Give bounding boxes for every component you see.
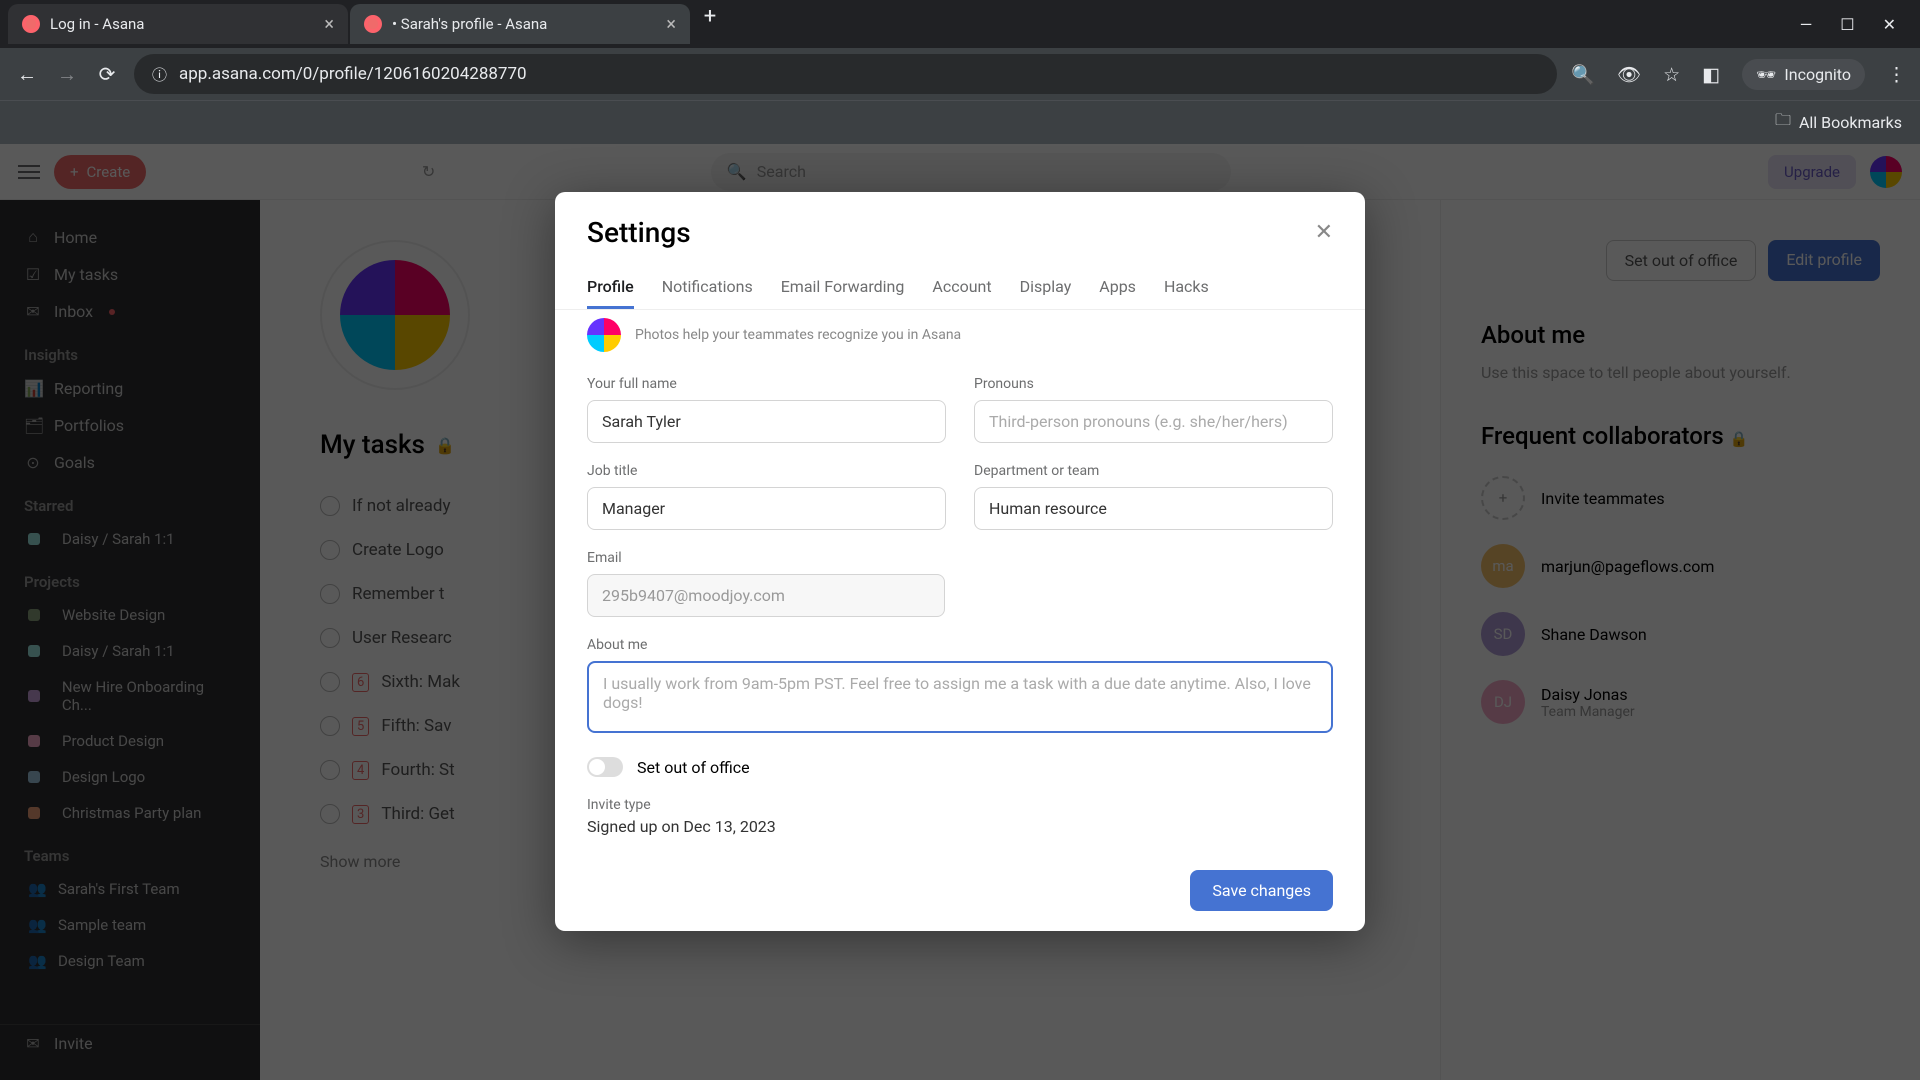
avatar-thumb[interactable]	[587, 318, 621, 352]
address-bar[interactable]: ⓘ app.asana.com/0/profile/12061602042887…	[134, 54, 1557, 94]
search-icon[interactable]: 🔍	[1571, 63, 1595, 86]
close-icon[interactable]: ×	[324, 14, 334, 35]
jobtitle-label: Job title	[587, 463, 946, 479]
ooo-toggle[interactable]	[587, 757, 623, 777]
folder-icon: 🗀	[1775, 109, 1791, 136]
url-text: app.asana.com/0/profile/1206160204288770	[179, 64, 527, 84]
jobtitle-input[interactable]	[587, 487, 946, 530]
browser-toolbar: ← → ⟳ ⓘ app.asana.com/0/profile/12061602…	[0, 48, 1920, 100]
close-window-icon[interactable]: ✕	[1883, 15, 1896, 34]
tab-title: Log in - Asana	[50, 15, 144, 33]
window-controls: — ☐ ✕	[1800, 15, 1912, 34]
tab-email-forwarding[interactable]: Email Forwarding	[781, 267, 905, 309]
tab-hacks[interactable]: Hacks	[1164, 267, 1209, 309]
eye-off-icon[interactable]: 👁	[1617, 63, 1641, 86]
tab-display[interactable]: Display	[1020, 267, 1072, 309]
maximize-icon[interactable]: ☐	[1840, 15, 1854, 34]
save-changes-button[interactable]: Save changes	[1190, 870, 1333, 911]
favicon-icon	[364, 15, 382, 33]
modal-title: Settings	[587, 216, 1315, 249]
reload-icon[interactable]: ⟳	[94, 62, 120, 86]
email-input	[587, 574, 945, 617]
forward-icon[interactable]: →	[54, 62, 80, 87]
minimize-icon[interactable]: —	[1800, 15, 1813, 34]
tab-apps[interactable]: Apps	[1099, 267, 1136, 309]
pronouns-label: Pronouns	[974, 376, 1333, 392]
fullname-label: Your full name	[587, 376, 946, 392]
modal-body: Photos help your teammates recognize you…	[555, 310, 1365, 931]
close-icon[interactable]: ✕	[1315, 220, 1333, 245]
tab-account[interactable]: Account	[932, 267, 991, 309]
sidepanel-icon[interactable]: ◧	[1702, 63, 1720, 86]
about-label: About me	[587, 637, 1333, 653]
new-tab-button[interactable]: +	[692, 4, 728, 44]
browser-titlebar: Log in - Asana × • Sarah's profile - Asa…	[0, 0, 1920, 48]
menu-icon[interactable]: ⋮	[1887, 63, 1906, 86]
ooo-label: Set out of office	[637, 758, 750, 777]
tab-notifications[interactable]: Notifications	[662, 267, 753, 309]
invite-type-label: Invite type	[587, 797, 1333, 813]
ooo-toggle-row: Set out of office	[587, 757, 1333, 777]
tab-title: • Sarah's profile - Asana	[392, 15, 547, 33]
fullname-input[interactable]	[587, 400, 946, 443]
incognito-label: Incognito	[1784, 65, 1851, 84]
incognito-icon: 🕶	[1756, 65, 1776, 84]
bookmarks-bar: 🗀 All Bookmarks	[0, 100, 1920, 144]
photo-hint-row: Photos help your teammates recognize you…	[587, 318, 1333, 352]
site-info-icon[interactable]: ⓘ	[152, 64, 167, 85]
all-bookmarks-button[interactable]: All Bookmarks	[1799, 113, 1902, 132]
modal-tabs: Profile Notifications Email Forwarding A…	[555, 257, 1365, 310]
department-input[interactable]	[974, 487, 1333, 530]
tab-strip: Log in - Asana × • Sarah's profile - Asa…	[8, 4, 1800, 44]
settings-modal: Settings ✕ Profile Notifications Email F…	[555, 192, 1365, 931]
tab-asana-login[interactable]: Log in - Asana ×	[8, 4, 348, 44]
close-icon[interactable]: ×	[666, 14, 676, 35]
tab-profile[interactable]: Profile	[587, 267, 634, 309]
incognito-badge[interactable]: 🕶 Incognito	[1742, 59, 1865, 90]
signed-up-text: Signed up on Dec 13, 2023	[587, 817, 1333, 836]
tab-asana-profile[interactable]: • Sarah's profile - Asana ×	[350, 4, 690, 44]
favicon-icon	[22, 15, 40, 33]
about-textarea[interactable]	[587, 661, 1333, 733]
star-icon[interactable]: ☆	[1663, 63, 1680, 86]
department-label: Department or team	[974, 463, 1333, 479]
photo-hint-text: Photos help your teammates recognize you…	[635, 327, 961, 343]
back-icon[interactable]: ←	[14, 62, 40, 87]
modal-overlay: Settings ✕ Profile Notifications Email F…	[0, 144, 1920, 1080]
email-label: Email	[587, 550, 945, 566]
pronouns-input[interactable]	[974, 400, 1333, 443]
